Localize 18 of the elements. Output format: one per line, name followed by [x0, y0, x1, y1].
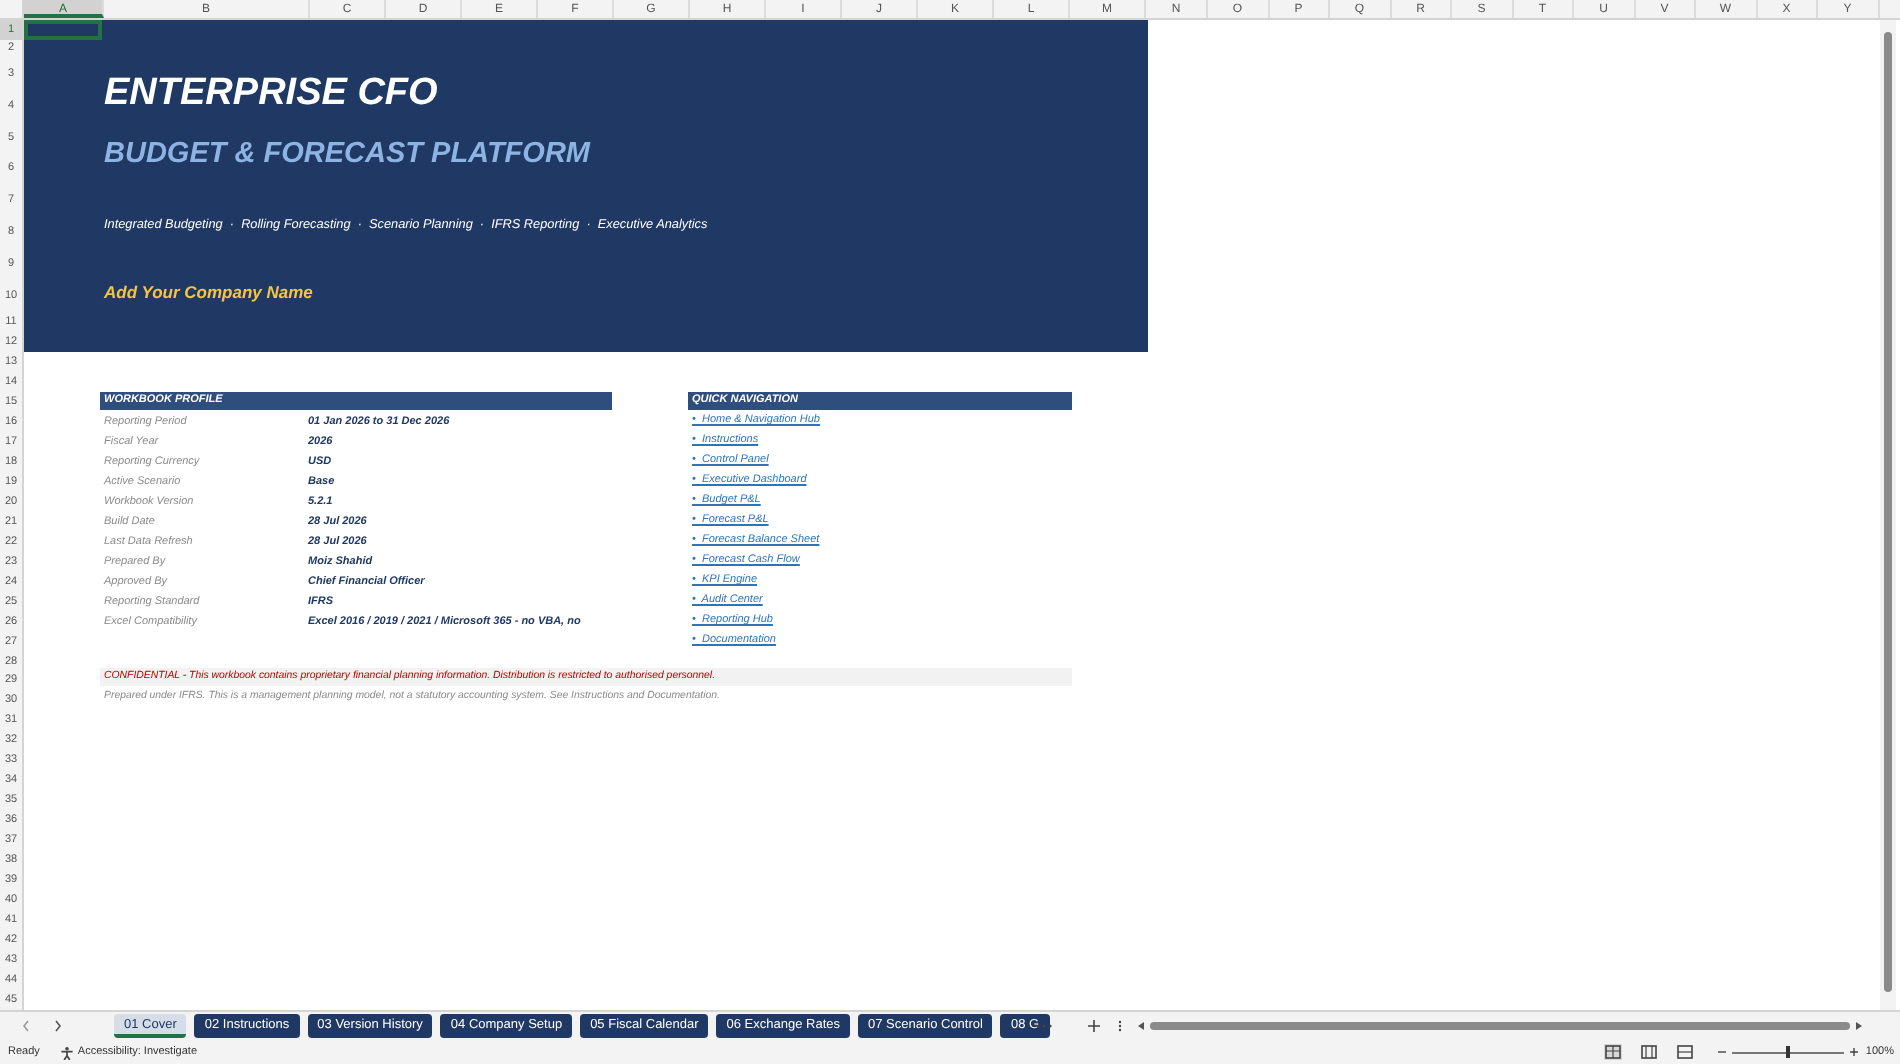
- accessibility-icon[interactable]: [59, 1045, 74, 1059]
- next-sheet-icon[interactable]: [54, 1020, 62, 1032]
- banner-subtitle: BUDGET & FORECAST PLATFORM: [104, 136, 593, 172]
- normal-view-icon[interactable]: [1603, 1044, 1622, 1060]
- zoom-out-icon[interactable]: [1717, 1048, 1726, 1056]
- zoom-slider-thumb[interactable]: [1785, 1046, 1790, 1058]
- horizontal-scrollbar[interactable]: [1138, 1018, 1862, 1034]
- zoom-in-icon[interactable]: [1849, 1048, 1858, 1056]
- scroll-right-icon[interactable]: [1856, 1022, 1862, 1030]
- company-name: Add Your Company Name: [104, 282, 315, 302]
- banner-title: ENTERPRISE CFO: [104, 72, 440, 116]
- page-layout-icon[interactable]: [1639, 1044, 1658, 1060]
- vertical-scrollbar[interactable]: [1880, 20, 1896, 1010]
- add-sheet-icon[interactable]: [1088, 1020, 1100, 1032]
- selected-cell[interactable]: [24, 20, 102, 40]
- previous-sheet-icon[interactable]: [22, 1020, 30, 1032]
- page-break-icon[interactable]: [1675, 1044, 1694, 1060]
- scroll-left-icon[interactable]: [1138, 1022, 1144, 1030]
